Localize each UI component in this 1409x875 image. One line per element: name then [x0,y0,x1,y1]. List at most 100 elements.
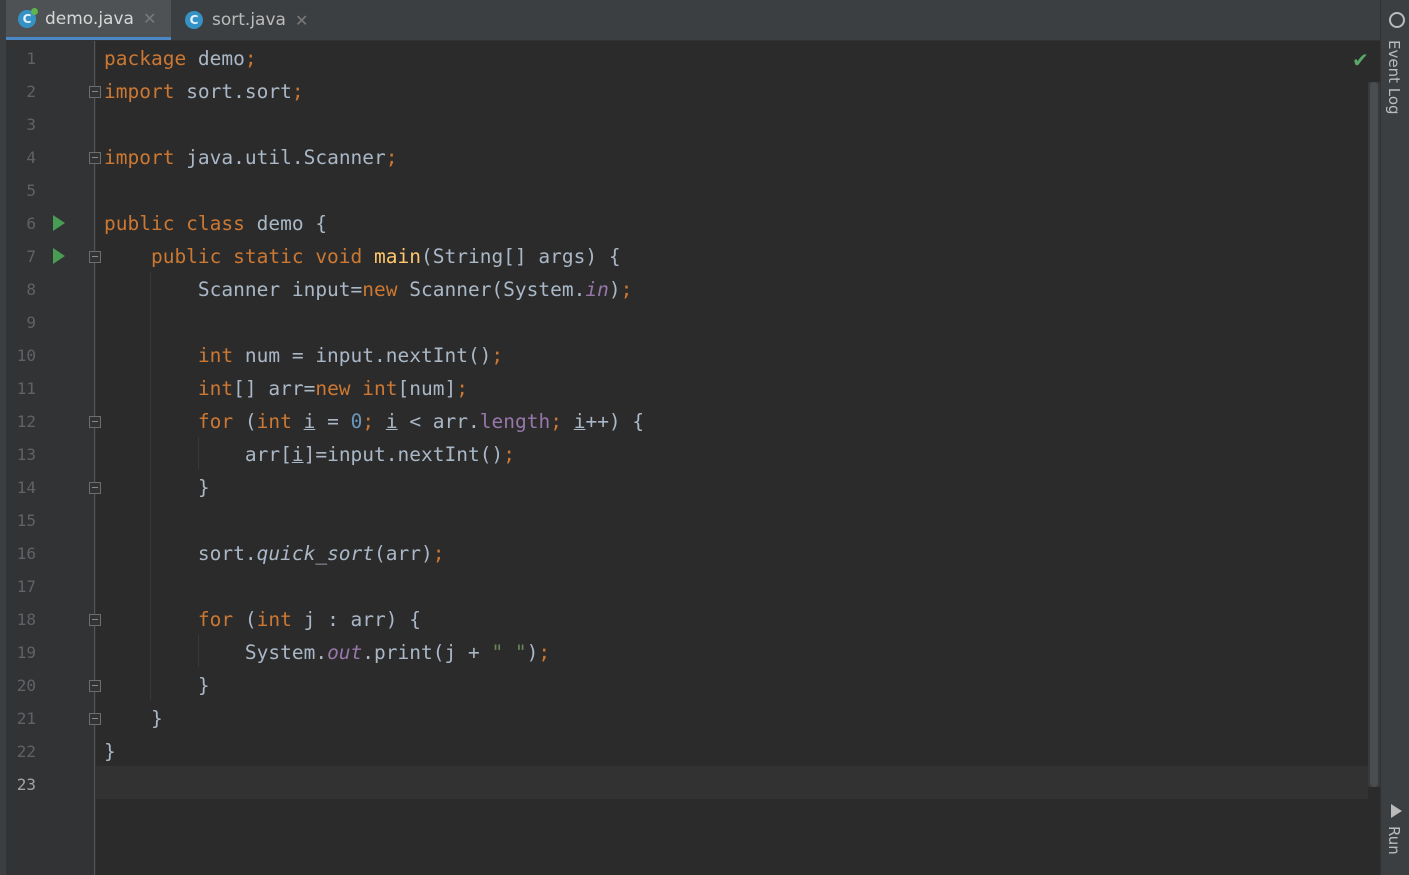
code-line: for (int i = 0; i < arr.length; i++) { [104,405,644,438]
line-number: 11 [16,379,36,398]
semicolon-token: ; [385,146,398,169]
fold-marker-icon[interactable] [89,614,101,626]
keyword-token: import [104,80,175,103]
right-tool-strip: Event Log Run [1380,0,1409,875]
code-token: java.util.Scanner [174,146,386,169]
line-number: 21 [16,709,36,728]
line-number-current: 23 [16,775,36,794]
code-token: demo [186,47,245,70]
java-class-icon: C [185,11,203,29]
code-line: import sort.sort; [104,75,304,108]
line-number: 8 [26,280,36,299]
semicolon-token: ; [432,542,445,565]
code-line: int num = input.nextInt(); [104,339,503,372]
code-token: System. [104,641,328,664]
fold-marker-icon[interactable] [89,680,101,692]
static-field-token: out [327,641,363,664]
event-log-icon[interactable] [1389,12,1405,28]
code-line: } [104,702,163,735]
close-icon[interactable]: ✕ [143,9,156,28]
line-number: 14 [16,478,36,497]
line-number: 18 [16,610,36,629]
line-number: 17 [16,577,36,596]
semicolon-token: ; [362,410,386,433]
tab-label: demo.java [45,8,134,29]
code-token: demo { [244,212,328,235]
code-line: } [104,471,210,504]
code-token: = [315,410,351,433]
code-token: } [104,674,210,697]
semicolon-token: ; [538,641,551,664]
semicolon-token: ; [503,443,515,466]
line-number: 3 [26,115,36,134]
code-line: System.out.print(j + " "); [104,636,550,669]
code-line: Scanner input=new Scanner(System.in); [104,273,632,306]
code-token: sort.sort [174,80,292,103]
event-log-tool-button[interactable]: Event Log [1385,40,1403,115]
keyword-token: for [104,410,234,433]
static-field-token: in [585,278,609,301]
code-token: } [104,476,210,499]
code-line: package demo; [104,42,257,75]
fold-marker-icon[interactable] [89,152,101,164]
code-token: ( [233,410,257,433]
scrollbar-thumb[interactable] [1370,82,1378,787]
code-line: int[] arr=new int[num]; [104,372,468,405]
fold-marker-icon[interactable] [89,86,101,98]
method-name-token: main [374,245,421,268]
code-token: arr[ [104,443,292,466]
code-line: for (int j : arr) { [104,603,421,636]
tab-label: sort.java [212,10,286,30]
run-tool-button[interactable]: Run [1385,826,1403,855]
keyword-token: int [256,410,292,433]
keyword-token: for [104,608,234,631]
keyword-token: int [104,377,234,400]
line-number: 1 [26,49,36,68]
code-token: ) [526,641,539,664]
run-icon[interactable] [1391,804,1402,818]
fold-marker-icon[interactable] [89,251,101,263]
code-token: num = input.nextInt() [233,344,492,367]
tab-demo-java[interactable]: C demo.java ✕ [6,0,171,40]
variable-token: i [291,443,304,466]
keyword-token: new int [315,377,398,400]
tab-sort-java[interactable]: C sort.java ✕ [173,0,323,40]
semicolon-token: ; [620,278,633,301]
fold-marker-icon[interactable] [89,713,101,725]
line-number: 2 [26,82,36,101]
keyword-token: public static void [104,245,375,268]
semicolon-token: ; [244,47,257,70]
fold-marker-icon[interactable] [89,416,101,428]
keyword-token: int [256,608,292,631]
code-token: Scanner(System. [397,278,586,301]
code-token: sort. [104,542,257,565]
close-icon[interactable]: ✕ [295,11,308,30]
code-token: (arr) [374,542,433,565]
semicolon-token: ; [491,344,504,367]
code-line: arr[i]=input.nextInt(); [104,438,515,471]
line-number: 20 [16,676,36,695]
keyword-token: import [104,146,175,169]
code-line: sort.quick_sort(arr); [104,537,445,570]
check-icon[interactable]: ✔ [1352,48,1369,72]
code-token: Scanner input= [104,278,363,301]
line-number: 4 [26,148,36,167]
variable-token: i [303,410,316,433]
line-number: 13 [16,445,36,464]
keyword-token: new [362,278,398,301]
number-token: 0 [350,410,363,433]
code-token: .print(j + [362,641,492,664]
fold-marker-icon[interactable] [89,482,101,494]
code-token: } [104,707,163,730]
code-token: [] arr= [233,377,316,400]
code-token: ]=input.nextInt() [303,443,504,466]
run-class-icon[interactable] [53,215,65,231]
line-number: 7 [26,247,36,266]
keyword-token: public class [104,212,245,235]
code-token: < arr. [397,410,480,433]
run-main-icon[interactable] [53,248,65,264]
line-number: 16 [16,544,36,563]
keyword-token: package [104,47,187,70]
static-method-token: quick_sort [256,542,375,565]
